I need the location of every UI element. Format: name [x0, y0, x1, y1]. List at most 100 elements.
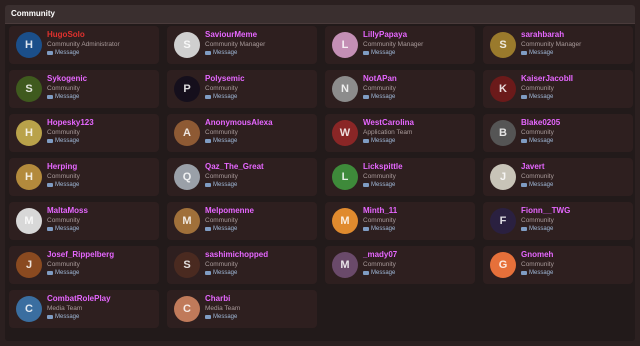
avatar[interactable]: M [332, 252, 358, 278]
avatar[interactable]: M [174, 208, 200, 234]
member-name[interactable]: Charbi [205, 294, 230, 303]
avatar[interactable]: G [490, 252, 516, 278]
member-name[interactable]: Javert [521, 162, 545, 171]
member-name[interactable]: NotAPan [363, 74, 397, 83]
avatar[interactable]: Q [174, 164, 200, 190]
member-name[interactable]: SaviourMeme [205, 30, 257, 39]
avatar[interactable]: F [490, 208, 516, 234]
avatar[interactable]: N [332, 76, 358, 102]
member-card[interactable]: Ssashimichopped Community Message [167, 246, 317, 284]
message-button[interactable]: Message [205, 182, 237, 188]
member-name[interactable]: Polysemic [205, 74, 245, 83]
member-card[interactable]: H Hopesky123 Community Message [9, 114, 159, 152]
member-card[interactable]: L LillyPapaya Community Manager Message [325, 26, 475, 64]
avatar[interactable]: M [16, 208, 42, 234]
message-button[interactable]: Message [363, 270, 395, 276]
member-card[interactable]: J Javert Community Message [483, 158, 633, 196]
member-card[interactable]: H HugoSolo Community Administrator Message [9, 26, 159, 64]
member-name[interactable]: Lickspittle [363, 162, 403, 171]
member-name[interactable]: Josef_Rippelberg [47, 250, 114, 259]
message-button[interactable]: Message [521, 50, 553, 56]
member-card[interactable]: S SaviourMeme Community Manager Message [167, 26, 317, 64]
member-name[interactable]: Herping [47, 162, 77, 171]
member-name[interactable]: sashimichopped [205, 250, 268, 259]
member-card[interactable]: F Fionn__TWG Community Message [483, 202, 633, 240]
message-button[interactable]: Message [521, 138, 553, 144]
member-name[interactable]: Qaz_The_Great [205, 162, 264, 171]
member-name[interactable]: KaiserJacobII [521, 74, 573, 83]
member-card[interactable]: M _mady07 Community Message [325, 246, 475, 284]
avatar[interactable]: J [16, 252, 42, 278]
message-button[interactable]: Message [205, 314, 237, 320]
member-name[interactable]: CombatRolePlay [47, 294, 111, 303]
message-button[interactable]: Message [47, 182, 79, 188]
message-button[interactable]: Message [521, 182, 553, 188]
avatar[interactable]: A [174, 120, 200, 146]
avatar[interactable]: L [332, 32, 358, 58]
member-name[interactable]: WestCarolina [363, 118, 414, 127]
avatar[interactable]: S [174, 252, 200, 278]
member-name[interactable]: LillyPapaya [363, 30, 407, 39]
member-name[interactable]: Hopesky123 [47, 118, 94, 127]
member-card[interactable]: H Herping Community Message [9, 158, 159, 196]
avatar[interactable]: H [16, 164, 42, 190]
avatar[interactable]: J [490, 164, 516, 190]
avatar[interactable]: H [16, 120, 42, 146]
member-card[interactable]: C CombatRolePlay Media Team Message [9, 290, 159, 328]
avatar[interactable]: C [174, 296, 200, 322]
message-button[interactable]: Message [521, 226, 553, 232]
message-button[interactable]: Message [47, 94, 79, 100]
message-button[interactable]: Message [47, 270, 79, 276]
message-button[interactable]: Message [205, 94, 237, 100]
member-name[interactable]: Minth_11 [363, 206, 397, 215]
message-button[interactable]: Message [363, 226, 395, 232]
member-card[interactable]: L Lickspittle Community Message [325, 158, 475, 196]
member-card[interactable]: G Gnomeh Community Message [483, 246, 633, 284]
message-button[interactable]: Message [521, 270, 553, 276]
avatar[interactable]: H [16, 32, 42, 58]
avatar[interactable]: S [16, 76, 42, 102]
message-button[interactable]: Message [47, 226, 79, 232]
avatar[interactable]: K [490, 76, 516, 102]
member-card[interactable]: M MaltaMoss Community Message [9, 202, 159, 240]
message-button[interactable]: Message [363, 94, 395, 100]
avatar[interactable]: W [332, 120, 358, 146]
member-name[interactable]: Blake0205 [521, 118, 560, 127]
avatar[interactable]: B [490, 120, 516, 146]
avatar[interactable]: S [174, 32, 200, 58]
member-card[interactable]: M Minth_11 Community Message [325, 202, 475, 240]
message-button[interactable]: Message [47, 138, 79, 144]
avatar[interactable]: S [490, 32, 516, 58]
message-button[interactable]: Message [205, 270, 237, 276]
message-button[interactable]: Message [521, 94, 553, 100]
member-name[interactable]: Sykogenic [47, 74, 87, 83]
message-button[interactable]: Message [205, 226, 237, 232]
member-card[interactable]: P Polysemic Community Message [167, 70, 317, 108]
avatar[interactable]: P [174, 76, 200, 102]
member-card[interactable]: W WestCarolina Application Team Message [325, 114, 475, 152]
member-name[interactable]: Fionn__TWG [521, 206, 570, 215]
message-button[interactable]: Message [205, 138, 237, 144]
member-name[interactable]: Melpomenne [205, 206, 254, 215]
member-card[interactable]: A AnonymousAlexa Community Message [167, 114, 317, 152]
message-button[interactable]: Message [205, 50, 237, 56]
avatar[interactable]: C [16, 296, 42, 322]
member-name[interactable]: _mady07 [363, 250, 397, 259]
member-name[interactable]: sarahbarah [521, 30, 564, 39]
member-name[interactable]: Gnomeh [521, 250, 553, 259]
message-button[interactable]: Message [363, 138, 395, 144]
member-card[interactable]: M Melpomenne Community Message [167, 202, 317, 240]
member-card[interactable]: S Sykogenic Community Message [9, 70, 159, 108]
member-card[interactable]: Q Qaz_The_Great Community Message [167, 158, 317, 196]
message-button[interactable]: Message [47, 50, 79, 56]
message-button[interactable]: Message [363, 182, 395, 188]
avatar[interactable]: M [332, 208, 358, 234]
avatar[interactable]: L [332, 164, 358, 190]
member-card[interactable]: C Charbi Media Team Message [167, 290, 317, 328]
member-name[interactable]: HugoSolo [47, 30, 85, 39]
member-card[interactable]: N NotAPan Community Message [325, 70, 475, 108]
message-button[interactable]: Message [47, 314, 79, 320]
member-card[interactable]: B Blake0205 Community Message [483, 114, 633, 152]
message-button[interactable]: Message [363, 50, 395, 56]
member-name[interactable]: AnonymousAlexa [205, 118, 273, 127]
